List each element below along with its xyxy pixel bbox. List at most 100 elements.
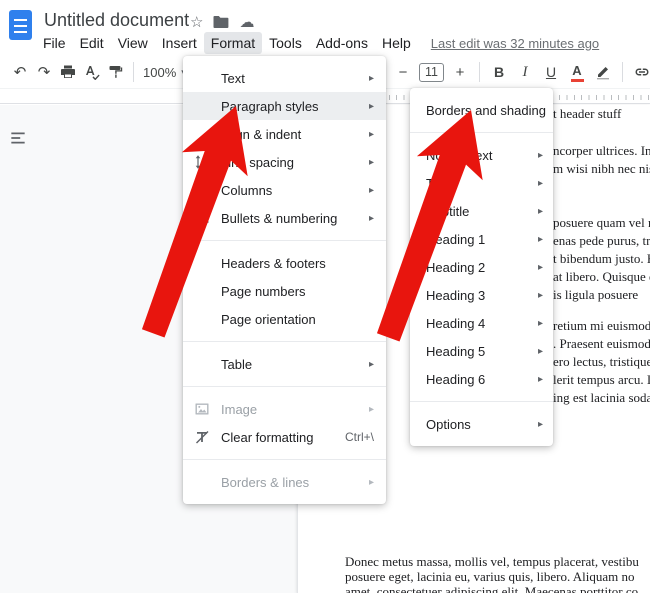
menu-help[interactable]: Help [375,32,418,54]
doc-text-line: Donec metus massa, mollis vel, tempus pl… [345,554,650,569]
menu-item-label: Clear formatting [221,430,345,445]
menu-item-headers-footers[interactable]: Headers & footers [183,249,386,277]
text-color-letter: A [572,63,581,78]
increase-font-size-button[interactable]: + [448,60,472,84]
menu-item-line-spacing[interactable]: Line spacing ▸ [183,148,386,176]
format-menu: Text ▸ Paragraph styles ▸ Align & indent… [183,56,386,504]
submenu-arrow-icon: ▸ [538,262,543,273]
toolbar-right: − 11 + B I U A [391,59,650,85]
decrease-font-size-button[interactable]: − [391,60,415,84]
menu-item-label: Heading 2 [426,260,530,275]
submenu-item-options[interactable]: Options ▸ [410,410,553,438]
doc-text-fragment: ncorper ultrices. In [553,143,650,159]
submenu-item-heading-6[interactable]: Heading 6 ▸ [410,365,553,393]
menu-item-image[interactable]: Image ▸ [183,395,386,423]
submenu-item-normal-text[interactable]: Normal text ▸ [410,141,553,169]
docs-logo-lines [14,19,27,33]
menu-divider [183,240,386,241]
menu-item-label: Heading 6 [426,372,530,387]
docs-logo-icon[interactable] [9,10,32,40]
submenu-arrow-icon: ▸ [369,477,374,488]
submenu-arrow-icon: ▸ [369,129,374,140]
submenu-arrow-icon: ▸ [538,374,543,385]
image-icon [194,401,210,417]
doc-text-fragment: m wisi nibh nec nis [553,161,650,177]
doc-text-fragment: ing est lacinia soda [553,390,650,406]
show-outline-icon[interactable] [8,128,28,148]
redo-button[interactable]: ↷ [32,60,56,84]
submenu-arrow-icon: ▸ [369,213,374,224]
menu-item-label: Columns [221,183,361,198]
menu-item-columns[interactable]: Columns ▸ [183,176,386,204]
submenu-arrow-icon: ▸ [538,150,543,161]
submenu-arrow-icon: ▸ [538,346,543,357]
menu-item-label: Heading 5 [426,344,530,359]
menu-item-text[interactable]: Text ▸ [183,64,386,92]
submenu-item-heading-5[interactable]: Heading 5 ▸ [410,337,553,365]
submenu-arrow-icon: ▸ [538,419,543,430]
menu-view[interactable]: View [111,32,155,54]
submenu-arrow-icon: ▸ [538,318,543,329]
menu-item-label: Text [221,71,361,86]
doc-text-line: posuere eget, lacinia eu, varius quis, l… [345,569,650,584]
clear-formatting-icon [194,429,210,445]
submenu-item-heading-2[interactable]: Heading 2 ▸ [410,253,553,281]
last-edit-link[interactable]: Last edit was 32 minutes ago [431,36,599,51]
menu-item-bullets-numbering[interactable]: Bullets & numbering ▸ [183,204,386,232]
doc-text-fragment: t bibendum justo. F [553,251,650,267]
bold-button[interactable]: B [487,60,511,84]
submenu-arrow-icon: ▸ [369,157,374,168]
submenu-item-heading-3[interactable]: Heading 3 ▸ [410,281,553,309]
line-spacing-icon [194,154,210,170]
submenu-arrow-icon: ▸ [538,206,543,217]
menu-insert[interactable]: Insert [155,32,204,54]
menu-tools[interactable]: Tools [262,32,309,54]
submenu-item-subtitle[interactable]: Subtitle ▸ [410,197,553,225]
insert-link-button[interactable] [630,60,650,84]
menu-item-align-indent[interactable]: Align & indent ▸ [183,120,386,148]
menu-item-table[interactable]: Table ▸ [183,350,386,378]
cloud-status-icon[interactable]: ☁ [239,13,254,31]
menu-item-borders-lines[interactable]: Borders & lines ▸ [183,468,386,496]
submenu-item-heading-1[interactable]: Heading 1 ▸ [410,225,553,253]
highlight-color-button[interactable] [591,60,615,84]
menu-addons[interactable]: Add-ons [309,32,375,54]
doc-text-line: amet, consectetuer adipiscing elit. Maec… [345,584,650,593]
toolbar-separator [133,62,134,82]
menu-divider [183,341,386,342]
submenu-arrow-icon: ▸ [538,178,543,189]
move-folder-icon[interactable] [213,15,229,29]
submenu-item-borders-and-shading[interactable]: Borders and shading [410,96,553,124]
spellcheck-button[interactable] [80,60,104,84]
print-button[interactable] [56,60,80,84]
menu-item-page-orientation[interactable]: Page orientation [183,305,386,333]
submenu-arrow-icon: ▸ [538,234,543,245]
menu-edit[interactable]: Edit [73,32,111,54]
menu-item-label: Paragraph styles [221,99,361,114]
text-color-button[interactable]: A [565,60,589,84]
paragraph-styles-submenu: Borders and shading Normal text ▸ Title … [410,88,553,446]
submenu-arrow-icon: ▸ [369,359,374,370]
menu-item-label: Page orientation [221,312,374,327]
italic-button[interactable]: I [513,60,537,84]
doc-text-fragment: enas pede purus, tris [553,233,650,249]
menu-item-label: Line spacing [221,155,361,170]
star-icon[interactable]: ☆ [190,13,203,31]
menu-format[interactable]: Format [204,32,262,54]
bulleted-list-icon [194,210,210,226]
submenu-item-heading-4[interactable]: Heading 4 ▸ [410,309,553,337]
menu-item-page-numbers[interactable]: Page numbers [183,277,386,305]
submenu-item-title[interactable]: Title ▸ [410,169,553,197]
doc-text-fragment: . Praesent euismod. [553,336,650,352]
menu-file[interactable]: File [36,32,73,54]
paint-format-button[interactable] [104,60,128,84]
document-title[interactable]: Untitled document [44,10,189,31]
undo-button[interactable]: ↶ [8,60,32,84]
menu-item-paragraph-styles[interactable]: Paragraph styles ▸ [183,92,386,120]
toolbar-separator [622,62,623,82]
menu-item-clear-formatting[interactable]: Clear formatting Ctrl+\ [183,423,386,451]
font-size-input[interactable]: 11 [419,63,444,82]
underline-button[interactable]: U [539,60,563,84]
menu-item-label: Heading 3 [426,288,530,303]
submenu-arrow-icon: ▸ [538,290,543,301]
